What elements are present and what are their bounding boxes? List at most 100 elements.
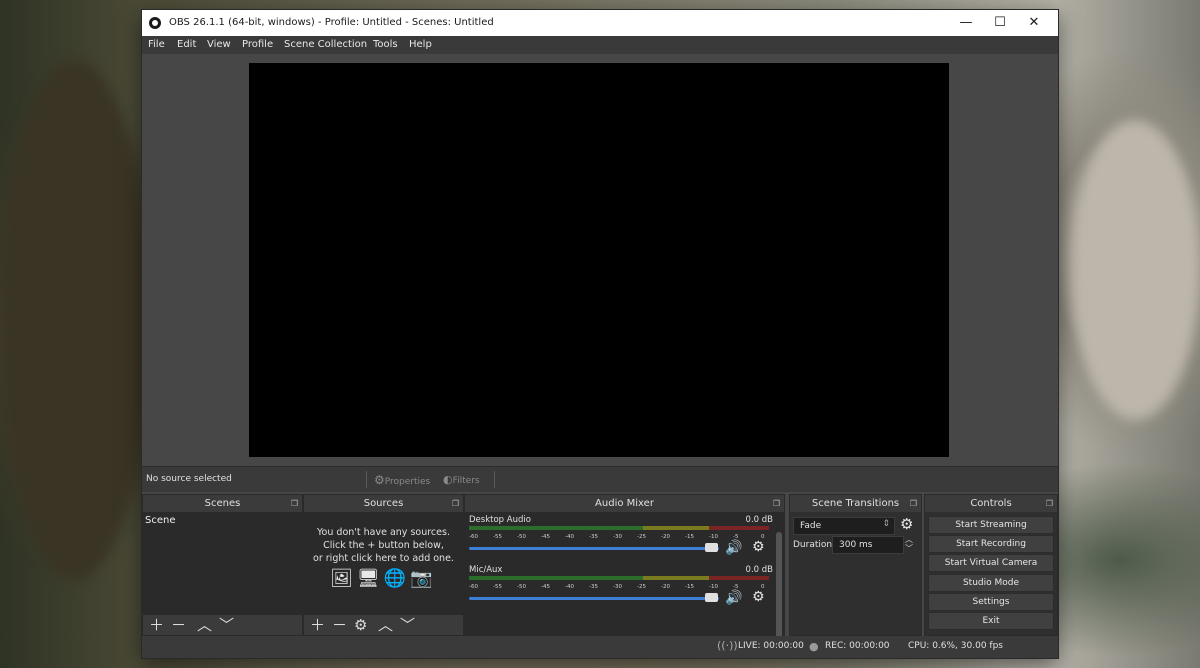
start-recording-button[interactable]: Start Recording: [928, 535, 1054, 553]
tick-label: -20: [661, 584, 670, 590]
tick-label: -35: [589, 534, 598, 540]
controls-header: Controls ❐: [925, 495, 1057, 512]
menu-edit[interactable]: Edit: [177, 39, 196, 50]
tick-label: -40: [565, 534, 574, 540]
audio-mixer-body: Desktop Audio 0.0 dB -60 -55 -50 -45 -40…: [465, 512, 784, 644]
menu-tools[interactable]: Tools: [373, 39, 398, 50]
settings-button[interactable]: Settings: [928, 593, 1054, 611]
volume-meter: [469, 526, 769, 530]
menu-scene-collection[interactable]: Scene Collection: [284, 39, 367, 50]
sources-dock: Sources ❐ You don't have any sources. Cl…: [303, 494, 464, 636]
tick-label: -15: [685, 534, 694, 540]
image-icon: 🖼: [330, 568, 357, 589]
speaker-icon[interactable]: 🔊: [725, 590, 742, 606]
volume-slider[interactable]: [469, 547, 719, 550]
background-blur-right: [1070, 120, 1200, 420]
globe-icon: 🌐: [383, 568, 411, 589]
empty-message-line: Click the + button below,: [323, 540, 444, 551]
scenes-dock: Scenes ❐ Scene ＋ － ︿ ﹀: [142, 494, 303, 636]
live-time: LIVE: 00:00:00: [738, 641, 804, 651]
add-icon[interactable]: ＋: [310, 616, 325, 634]
menu-view[interactable]: View: [207, 39, 231, 50]
audio-mixer-title: Audio Mixer: [595, 498, 654, 509]
obs-window: OBS 26.1.1 (64-bit, windows) - Profile: …: [142, 10, 1058, 658]
filters-button[interactable]: ◐Filters: [443, 473, 480, 486]
volume-slider[interactable]: [469, 597, 719, 600]
start-virtual-camera-button[interactable]: Start Virtual Camera: [928, 554, 1054, 572]
remove-icon[interactable]: －: [171, 616, 186, 634]
undock-icon[interactable]: ❐: [910, 495, 917, 512]
sources-title: Sources: [363, 498, 404, 509]
tick-label: -10: [709, 584, 718, 590]
tick-label: -45: [541, 534, 550, 540]
monitor-icon: 🖥: [356, 568, 384, 589]
spin-down-icon[interactable]: ﹀: [905, 543, 913, 554]
title-bar: OBS 26.1.1 (64-bit, windows) - Profile: …: [142, 10, 1058, 36]
tick-label: -25: [637, 584, 646, 590]
channel-db: 0.0 dB: [745, 565, 773, 575]
duration-value: 300 ms: [839, 540, 873, 550]
tick-label: -20: [661, 534, 670, 540]
menu-help[interactable]: Help: [409, 39, 432, 50]
minimize-button[interactable]: —: [949, 10, 983, 36]
source-status: No source selected: [146, 474, 232, 484]
controls-title: Controls: [970, 498, 1012, 509]
meter-ticks: -60 -55 -50 -45 -40 -35 -30 -25 -20 -15 …: [469, 581, 769, 593]
remove-icon[interactable]: －: [332, 616, 347, 634]
record-dot-icon: ●: [809, 640, 819, 653]
volume-slider-handle[interactable]: [705, 593, 718, 602]
duration-input[interactable]: 300 ms: [832, 536, 904, 554]
gear-icon[interactable]: ⚙: [900, 515, 913, 533]
menu-bar: File Edit View Profile Scene Collection …: [142, 36, 1058, 54]
source-type-icons: 🖼🖥🌐📷: [330, 568, 437, 589]
empty-message-line: You don't have any sources.: [317, 527, 450, 538]
gear-icon: ⚙: [374, 473, 385, 487]
move-up-icon[interactable]: ︿: [378, 616, 393, 634]
channel-db: 0.0 dB: [745, 515, 773, 525]
close-button[interactable]: ✕: [1017, 10, 1051, 36]
scene-transitions-body: Fade ⇕ ⚙ Duration 300 ms ︿ ﹀: [790, 512, 921, 635]
live-signal-icon: ((·)): [717, 639, 738, 652]
transition-select[interactable]: Fade ⇕: [793, 517, 895, 535]
audio-mixer-dock: Audio Mixer ❐ Desktop Audio 0.0 dB -60 -…: [464, 494, 785, 644]
volume-slider-handle[interactable]: [705, 543, 718, 552]
move-up-icon[interactable]: ︿: [197, 616, 212, 634]
undock-icon[interactable]: ❐: [452, 495, 459, 512]
camera-icon: 📷: [410, 568, 437, 589]
cpu-fps: CPU: 0.6%, 30.00 fps: [908, 641, 1003, 651]
mixer-channel-desktop-audio: Desktop Audio 0.0 dB -60 -55 -50 -45 -40…: [469, 515, 773, 567]
sources-empty-message: You don't have any sources. Click the + …: [304, 526, 463, 565]
scenes-dock-header: Scenes ❐: [143, 495, 302, 512]
background-blur-left: [0, 60, 150, 580]
start-streaming-button[interactable]: Start Streaming: [928, 516, 1054, 534]
undock-icon[interactable]: ❐: [291, 495, 298, 512]
rec-time: REC: 00:00:00: [825, 641, 890, 651]
sources-dock-header: Sources ❐: [304, 495, 463, 512]
gear-icon[interactable]: ⚙: [354, 616, 367, 634]
move-down-icon[interactable]: ﹀: [219, 616, 234, 634]
speaker-icon[interactable]: 🔊: [725, 540, 742, 556]
maximize-button[interactable]: ☐: [983, 10, 1017, 36]
properties-button[interactable]: ⚙Properties: [374, 473, 430, 487]
tick-label: -25: [637, 534, 646, 540]
undock-icon[interactable]: ❐: [773, 495, 780, 512]
tick-label: -30: [613, 534, 622, 540]
gear-icon[interactable]: ⚙: [752, 539, 765, 555]
studio-mode-button[interactable]: Studio Mode: [928, 574, 1054, 592]
channel-name: Desktop Audio: [469, 515, 531, 525]
scene-item[interactable]: Scene: [145, 515, 176, 526]
menu-file[interactable]: File: [148, 39, 165, 50]
preview-canvas[interactable]: [249, 63, 949, 457]
tick-label: -55: [493, 584, 502, 590]
mixer-scrollbar[interactable]: [776, 532, 782, 644]
add-icon[interactable]: ＋: [149, 616, 164, 634]
spin-arrows-icon: ⇕: [882, 519, 890, 529]
gear-icon[interactable]: ⚙: [752, 589, 765, 605]
controls-dock: Controls ❐ Start Streaming Start Recordi…: [924, 494, 1058, 636]
filter-icon: ◐: [443, 473, 453, 486]
exit-button[interactable]: Exit: [928, 612, 1054, 630]
undock-icon[interactable]: ❐: [1046, 495, 1053, 512]
scenes-title: Scenes: [204, 498, 241, 509]
move-down-icon[interactable]: ﹀: [400, 616, 415, 634]
menu-profile[interactable]: Profile: [242, 39, 273, 50]
